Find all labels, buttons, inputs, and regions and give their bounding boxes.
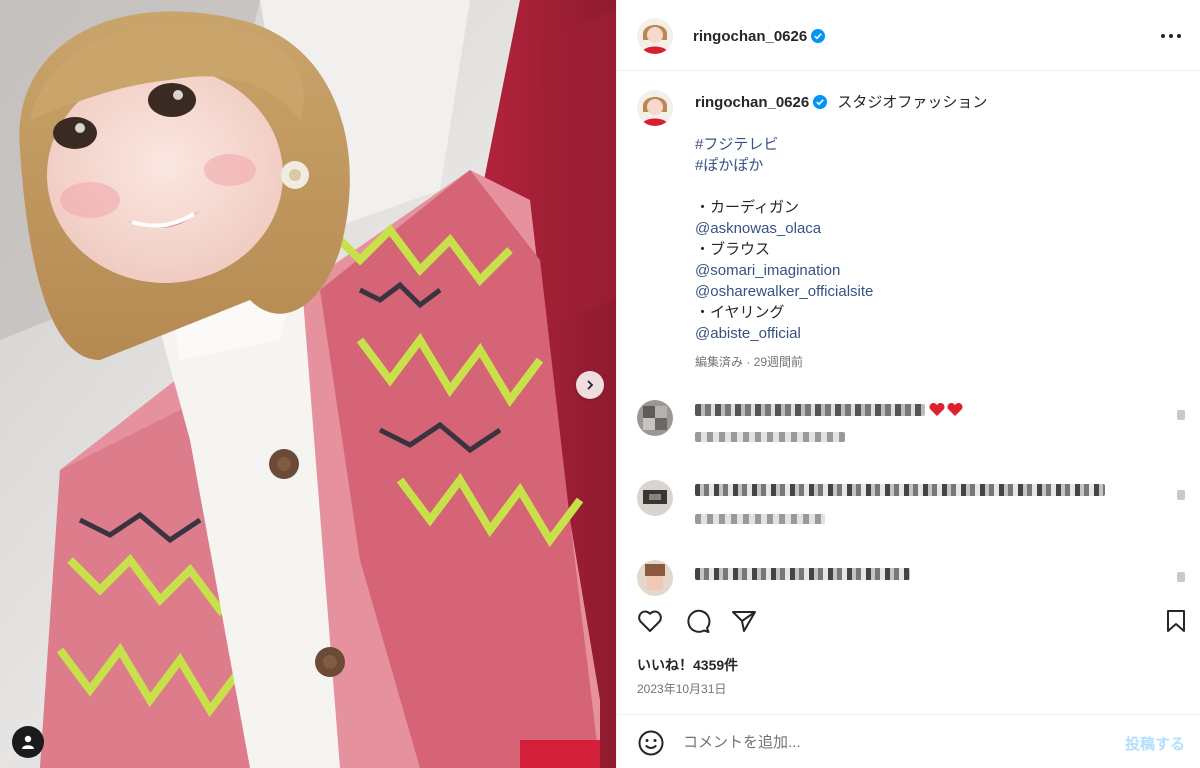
blurred-comment-text: [695, 404, 925, 416]
caption-block: ringochan_0626 スタジオファッション #フジテレビ #ぽかぽか ・…: [617, 72, 1200, 392]
item-label: ・カーディガン: [695, 199, 799, 216]
comment-like-icon[interactable]: [1177, 572, 1185, 582]
item-label: ・ブラウス: [695, 241, 771, 258]
comment-item: [617, 560, 1200, 596]
pixelated-avatar: [637, 400, 673, 436]
more-options-button[interactable]: [1159, 24, 1183, 48]
commenter-avatar[interactable]: [637, 560, 673, 596]
author-avatar[interactable]: [637, 18, 673, 54]
user-icon: [22, 735, 34, 749]
mention-link[interactable]: @somari_imagination: [695, 262, 840, 279]
pixelated-avatar: [637, 560, 673, 596]
bookmark-icon: [1167, 610, 1185, 632]
emoji-button[interactable]: [637, 729, 665, 757]
pixelated-avatar: [637, 480, 673, 516]
save-button[interactable]: [1161, 606, 1191, 636]
hashtag-link[interactable]: #フジテレビ: [695, 136, 778, 153]
caption-text: ringochan_0626 スタジオファッション #フジテレビ #ぽかぽか ・…: [695, 92, 1175, 373]
post-image: [0, 0, 616, 768]
heart-emoji-icon: [929, 403, 963, 416]
comment-like-icon[interactable]: [1177, 490, 1185, 500]
caption-first-line: ringochan_0626 スタジオファッション: [695, 92, 1175, 113]
caption-username[interactable]: ringochan_0626: [695, 94, 809, 111]
photo-illustration: [0, 0, 616, 768]
item-label: ・イヤリング: [695, 304, 785, 321]
comment-input[interactable]: [683, 728, 1083, 756]
commenter-avatar[interactable]: [637, 400, 673, 436]
post-details-panel: ringochan_0626 ringochan_0626 スタジオファッション…: [616, 0, 1200, 768]
caption-avatar[interactable]: [637, 90, 673, 126]
comment-item: [617, 400, 1200, 470]
comment-item: [617, 480, 1200, 550]
mention-link[interactable]: @osharewalker_officialsite: [695, 283, 873, 300]
post-date[interactable]: 2023年10月31日: [637, 680, 726, 697]
more-horizontal-icon: [1161, 34, 1181, 38]
like-button[interactable]: [635, 606, 665, 636]
post-comment-button[interactable]: 投稿する: [1125, 733, 1185, 754]
share-button[interactable]: [729, 606, 759, 636]
post-header: ringochan_0626: [617, 0, 1200, 71]
comment-like-icon[interactable]: [1177, 410, 1185, 420]
author-username[interactable]: ringochan_0626: [693, 28, 807, 45]
commenter-avatar[interactable]: [637, 480, 673, 516]
avatar-image: [637, 90, 673, 126]
blurred-comment-text: [695, 484, 1105, 496]
add-comment-bar: 投稿する: [617, 714, 1200, 768]
hashtag-link[interactable]: #ぽかぽか: [695, 157, 763, 174]
next-image-button[interactable]: [576, 371, 604, 399]
blurred-comment-meta: [695, 432, 845, 442]
chevron-right-icon: [587, 380, 594, 390]
caption-meta: 編集済み · 29週間前: [695, 355, 804, 369]
tagged-users-button[interactable]: [12, 726, 44, 758]
blurred-comment-meta: [695, 514, 825, 524]
verified-badge-icon: [813, 95, 828, 109]
comment-icon: [687, 609, 711, 633]
verified-badge-icon: [811, 29, 826, 43]
avatar-image: [637, 18, 673, 54]
paper-plane-icon: [732, 611, 756, 632]
post-actions: [617, 600, 1200, 640]
comment-button[interactable]: [683, 606, 713, 636]
caption-title: スタジオファッション: [837, 94, 988, 111]
blurred-comment-text: [695, 568, 910, 580]
mention-link[interactable]: @abiste_official: [695, 325, 801, 342]
emoji-smile-icon: [638, 730, 664, 756]
mention-link[interactable]: @asknowas_olaca: [695, 220, 821, 237]
heart-icon: [638, 610, 662, 632]
header-username-row: ringochan_0626: [693, 26, 826, 45]
likes-count[interactable]: いいね！4359件: [637, 655, 738, 675]
